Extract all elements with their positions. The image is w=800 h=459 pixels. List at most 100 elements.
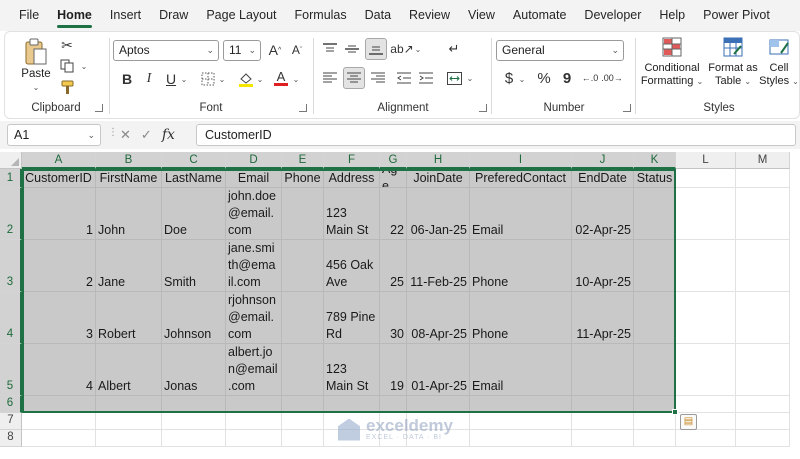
tab-home[interactable]: Home: [48, 0, 101, 31]
tab-power-pivot[interactable]: Power Pivot: [694, 0, 779, 31]
cell-i3[interactable]: Phone: [470, 240, 572, 292]
align-left-icon[interactable]: [321, 69, 339, 87]
cell-b2[interactable]: John: [96, 188, 162, 240]
cell-j3[interactable]: 10-Apr-25: [572, 240, 634, 292]
middle-align-icon[interactable]: [343, 40, 361, 58]
borders-icon[interactable]: [199, 70, 217, 88]
number-launcher-icon[interactable]: [623, 104, 631, 112]
fill-color-icon[interactable]: [237, 70, 255, 88]
cell-c4[interactable]: Johnson: [162, 292, 226, 344]
fill-color-dropdown-icon[interactable]: ⌄: [255, 74, 265, 84]
cell-a2[interactable]: 1: [22, 188, 96, 240]
header-cell-firstname[interactable]: FirstName: [96, 169, 162, 188]
top-align-icon[interactable]: [321, 40, 339, 58]
tab-help[interactable]: Help: [650, 0, 694, 31]
row-header-2[interactable]: 2: [0, 188, 22, 240]
cell-h5[interactable]: 01-Apr-25: [407, 344, 470, 396]
column-header-h[interactable]: H: [407, 152, 470, 169]
row-header-3[interactable]: 3: [0, 240, 22, 292]
font-launcher-icon[interactable]: [299, 104, 307, 112]
cell-k7[interactable]: [634, 413, 676, 430]
row-header-5[interactable]: 5: [0, 344, 22, 396]
format-as-table-button[interactable]: Format as Table ⌄: [707, 36, 759, 94]
column-header-l[interactable]: L: [676, 152, 736, 169]
cell-k2[interactable]: [634, 188, 676, 240]
cell-e6[interactable]: [282, 396, 324, 413]
font-color-icon[interactable]: A: [273, 68, 289, 88]
cell-a5[interactable]: 4: [22, 344, 96, 396]
paste-button[interactable]: Paste: [17, 68, 55, 80]
cell-c8[interactable]: [162, 430, 226, 447]
bottom-align-icon[interactable]: [365, 38, 387, 60]
cell-j5[interactable]: [572, 344, 634, 396]
fill-handle[interactable]: [672, 409, 678, 415]
cell-f6[interactable]: [324, 396, 380, 413]
cell-h4[interactable]: 08-Apr-25: [407, 292, 470, 344]
cell-j4[interactable]: 11-Apr-25: [572, 292, 634, 344]
cell-g3[interactable]: 25: [380, 240, 407, 292]
borders-dropdown-icon[interactable]: ⌄: [217, 74, 227, 84]
font-color-dropdown-icon[interactable]: ⌄: [291, 74, 301, 84]
paste-icon[interactable]: [23, 37, 49, 67]
column-header-a[interactable]: A: [22, 152, 96, 169]
cell-k6[interactable]: [634, 396, 676, 413]
alignment-launcher-icon[interactable]: [479, 104, 487, 112]
cell-e4[interactable]: [282, 292, 324, 344]
align-right-icon[interactable]: [369, 69, 387, 87]
header-cell-email[interactable]: Email: [226, 169, 282, 188]
cell-d3[interactable]: jane.smi th@ema il.com: [226, 240, 282, 292]
tab-file[interactable]: File: [10, 0, 48, 31]
column-header-f[interactable]: F: [324, 152, 380, 169]
cell-m3[interactable]: [736, 240, 790, 292]
cell-l6[interactable]: [676, 396, 736, 413]
row-header-6[interactable]: 6: [0, 396, 22, 413]
cell-a6[interactable]: [22, 396, 96, 413]
cell-b6[interactable]: [96, 396, 162, 413]
merge-dropdown-icon[interactable]: ⌄: [465, 73, 475, 83]
cell-d8[interactable]: [226, 430, 282, 447]
cell-m5[interactable]: [736, 344, 790, 396]
cell-l1[interactable]: [676, 169, 736, 188]
cell-i8[interactable]: [470, 430, 572, 447]
grow-font-icon[interactable]: A ^: [267, 41, 283, 59]
worksheet-grid[interactable]: A B C D E F G H I J K L M 1 2 3 4 5 6 7 8 CustomerID FirstName…: [0, 152, 800, 459]
decrease-indent-icon[interactable]: [395, 69, 413, 87]
font-name-select[interactable]: Aptos ⌄: [113, 40, 219, 61]
cell-i4[interactable]: Phone: [470, 292, 572, 344]
cell-m7[interactable]: [736, 413, 790, 430]
cell-f2[interactable]: 123 Main St: [324, 188, 380, 240]
cell-g5[interactable]: 19: [380, 344, 407, 396]
paste-dropdown-icon[interactable]: ⌄: [31, 82, 41, 92]
cell-j6[interactable]: [572, 396, 634, 413]
quick-analysis-icon[interactable]: ▤: [680, 414, 697, 430]
cell-j8[interactable]: [572, 430, 634, 447]
cell-b4[interactable]: Robert: [96, 292, 162, 344]
cell-d2[interactable]: john.doe @email. com: [226, 188, 282, 240]
column-header-g[interactable]: G: [380, 152, 407, 169]
cell-e3[interactable]: [282, 240, 324, 292]
cell-m6[interactable]: [736, 396, 790, 413]
cell-c5[interactable]: Jonas: [162, 344, 226, 396]
tab-automate[interactable]: Automate: [504, 0, 576, 31]
cell-k3[interactable]: [634, 240, 676, 292]
orientation-dropdown-icon[interactable]: ⌄: [413, 44, 423, 54]
column-header-d[interactable]: D: [226, 152, 282, 169]
column-header-j[interactable]: J: [572, 152, 634, 169]
column-header-b[interactable]: B: [96, 152, 162, 169]
cell-g2[interactable]: 22: [380, 188, 407, 240]
conditional-formatting-button[interactable]: Conditional Formatting ⌄: [639, 36, 705, 94]
cell-l3[interactable]: [676, 240, 736, 292]
name-box[interactable]: A1 ⌄: [7, 124, 101, 146]
clipboard-launcher-icon[interactable]: [95, 104, 103, 112]
cell-i6[interactable]: [470, 396, 572, 413]
currency-dropdown-icon[interactable]: ⌄: [517, 74, 527, 84]
cell-c2[interactable]: Doe: [162, 188, 226, 240]
cell-h6[interactable]: [407, 396, 470, 413]
header-cell-enddate[interactable]: EndDate: [572, 169, 634, 188]
cell-d4[interactable]: rjohnson @email. com: [226, 292, 282, 344]
tab-review[interactable]: Review: [400, 0, 459, 31]
cell-a7[interactable]: [22, 413, 96, 430]
cell-c3[interactable]: Smith: [162, 240, 226, 292]
cell-d5[interactable]: albert.jo n@email .com: [226, 344, 282, 396]
cell-c7[interactable]: [162, 413, 226, 430]
